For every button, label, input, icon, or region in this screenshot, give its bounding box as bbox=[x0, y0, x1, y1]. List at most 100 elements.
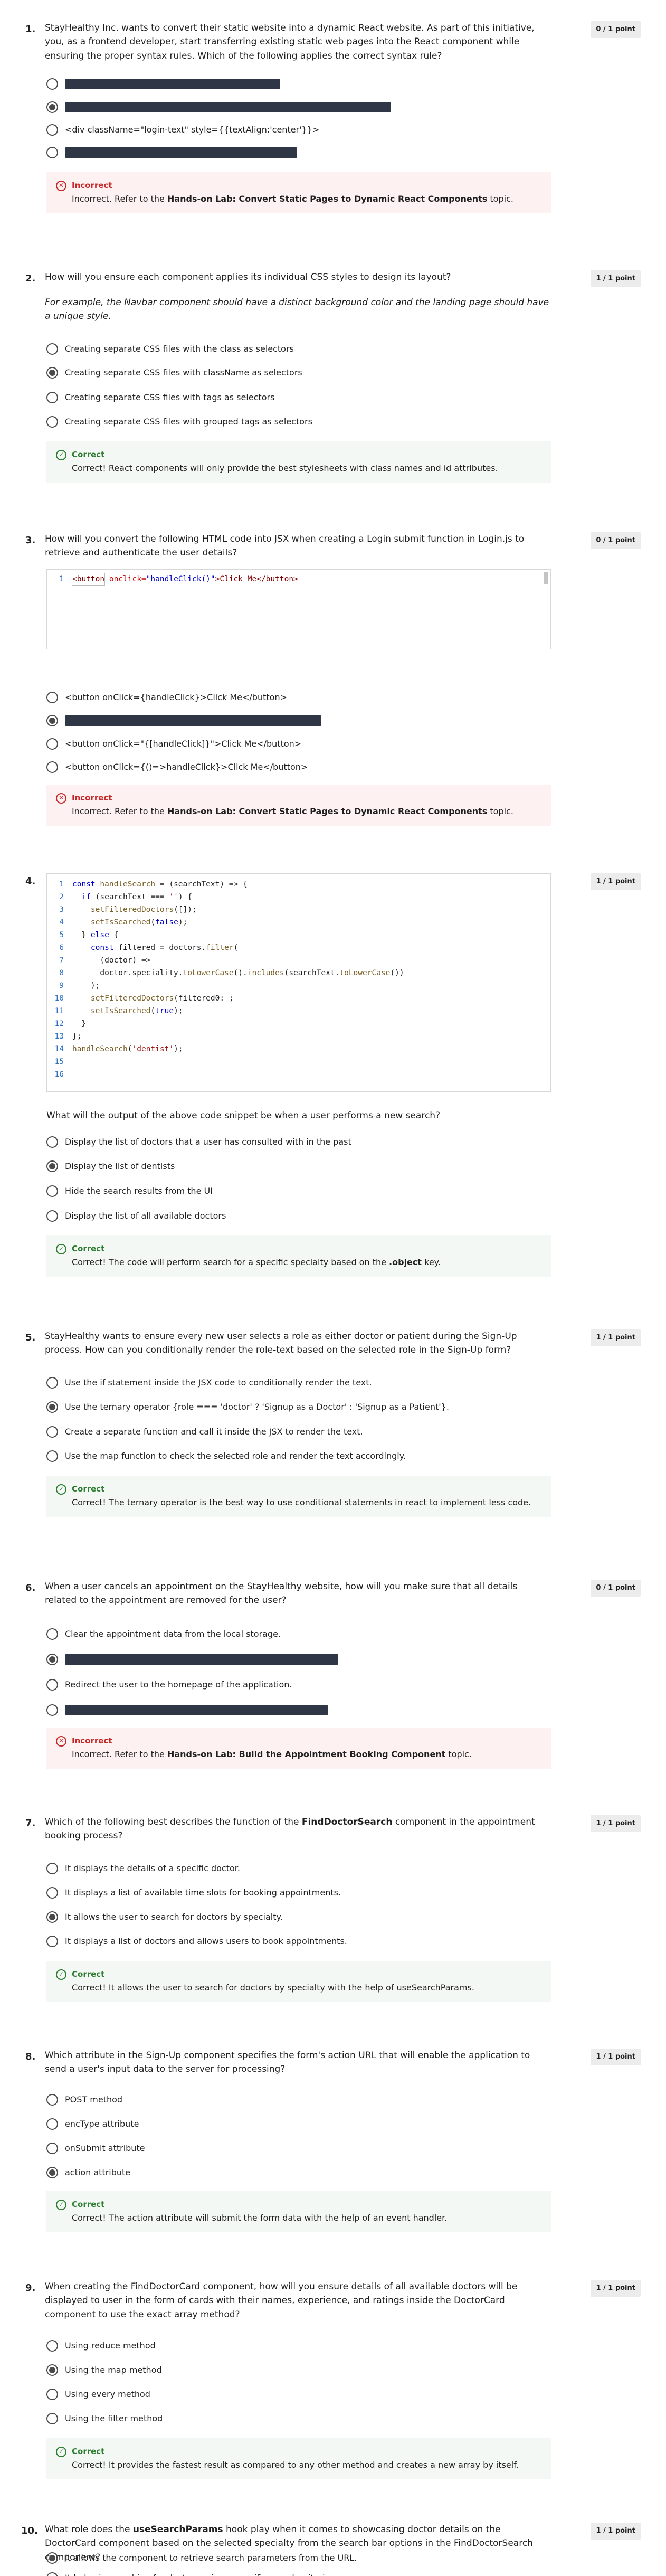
line-number: 5 bbox=[59, 930, 64, 939]
option-2[interactable] bbox=[46, 100, 391, 114]
option-1[interactable] bbox=[46, 77, 280, 91]
option-1[interactable]: Creating separate CSS files with the cla… bbox=[46, 342, 294, 356]
option-label: It allows the component to retrieve sear… bbox=[65, 2552, 357, 2563]
radio-unselected-icon[interactable] bbox=[46, 2094, 58, 2106]
radio-unselected-icon[interactable] bbox=[46, 124, 58, 136]
question-text-part: What role does the bbox=[45, 2524, 133, 2535]
code-text: doctor.speciality.toLowerCase().includes… bbox=[72, 968, 404, 977]
feedback-correct: ✓ Correct Correct! The code will perform … bbox=[46, 1235, 551, 1277]
option-3[interactable]: <div className="login-text" style={{text… bbox=[46, 123, 319, 137]
feedback-status: Incorrect bbox=[72, 793, 112, 803]
option-2[interactable]: Display the list of dentists bbox=[46, 1159, 175, 1173]
option-3[interactable]: <button onClick="{[handleClick]}">Click … bbox=[46, 737, 301, 751]
radio-selected-icon[interactable] bbox=[46, 2364, 58, 2376]
radio-unselected-icon[interactable] bbox=[46, 1377, 58, 1389]
radio-unselected-icon[interactable] bbox=[46, 2413, 58, 2424]
option-4[interactable]: Using the filter method bbox=[46, 2412, 163, 2426]
radio-unselected-icon[interactable] bbox=[46, 1136, 58, 1148]
option-1[interactable]: <button onClick={handleClick}>Click Me</… bbox=[46, 691, 287, 704]
option-3[interactable]: Redirect the user to the homepage of the… bbox=[46, 1678, 292, 1692]
radio-unselected-icon[interactable] bbox=[46, 2389, 58, 2400]
option-4[interactable]: Display the list of all available doctor… bbox=[46, 1209, 226, 1223]
radio-unselected-icon[interactable] bbox=[46, 1450, 58, 1462]
option-2[interactable]: It displays a list of available time slo… bbox=[46, 1886, 341, 1900]
option-2[interactable]: Using the map method bbox=[46, 2363, 162, 2377]
option-4[interactable]: It displays a list of doctors and allows… bbox=[46, 1935, 347, 1948]
radio-selected-icon[interactable] bbox=[46, 2552, 58, 2564]
code-text: const handleSearch = (searchText) => { bbox=[72, 880, 248, 889]
option-3[interactable]: Creating separate CSS files with tags as… bbox=[46, 391, 274, 404]
radio-selected-icon[interactable] bbox=[46, 2167, 58, 2178]
radio-selected-icon[interactable] bbox=[46, 715, 58, 726]
option-2[interactable]: encType attribute bbox=[46, 2117, 139, 2131]
radio-selected-icon[interactable] bbox=[46, 1160, 58, 1172]
option-3[interactable]: Hide the search results from the UI bbox=[46, 1184, 213, 1198]
radio-unselected-icon[interactable] bbox=[46, 1426, 58, 1438]
question-text: When a user cancels an appointment on th… bbox=[45, 1581, 518, 1606]
option-2[interactable]: Use the ternary operator {role === 'doct… bbox=[46, 1400, 449, 1414]
radio-unselected-icon[interactable] bbox=[46, 1210, 58, 1222]
radio-unselected-icon[interactable] bbox=[46, 416, 58, 428]
option-label: Creating separate CSS files with grouped… bbox=[65, 416, 312, 427]
radio-unselected-icon[interactable] bbox=[46, 1628, 58, 1640]
feedback-text: topic. bbox=[445, 1749, 472, 1760]
close-circle-icon: ✕ bbox=[56, 180, 66, 191]
option-4[interactable]: Creating separate CSS files with grouped… bbox=[46, 415, 312, 429]
option-label: <button onClick="{[handleClick]}">Click … bbox=[65, 738, 302, 749]
radio-selected-icon[interactable] bbox=[46, 1911, 58, 1923]
option-3[interactable]: Using every method bbox=[46, 2388, 150, 2401]
option-3[interactable]: Create a separate function and call it i… bbox=[46, 1425, 363, 1439]
option-4[interactable] bbox=[46, 1703, 328, 1717]
option-label: Creating separate CSS files with the cla… bbox=[65, 343, 294, 354]
option-2[interactable] bbox=[46, 1653, 338, 1666]
radio-unselected-icon[interactable] bbox=[46, 343, 58, 355]
radio-selected-icon[interactable] bbox=[46, 1654, 58, 1665]
radio-selected-icon[interactable] bbox=[46, 101, 58, 113]
check-circle-icon: ✓ bbox=[56, 1969, 66, 1980]
line-number: 9 bbox=[59, 981, 64, 990]
radio-unselected-icon[interactable] bbox=[46, 78, 58, 90]
radio-selected-icon[interactable] bbox=[46, 1401, 58, 1413]
radio-selected-icon[interactable] bbox=[46, 367, 58, 379]
feedback-text: Incorrect. Refer to the bbox=[72, 194, 167, 204]
radio-unselected-icon[interactable] bbox=[46, 1863, 58, 1874]
option-2[interactable]: It helps in searching for doctors using … bbox=[46, 2571, 332, 2576]
option-4[interactable]: Use the map function to check the select… bbox=[46, 1449, 406, 1463]
radio-unselected-icon[interactable] bbox=[46, 392, 58, 403]
option-4[interactable]: action attribute bbox=[46, 2166, 130, 2179]
radio-unselected-icon[interactable] bbox=[46, 1704, 58, 1716]
option-1[interactable]: Display the list of doctors that a user … bbox=[46, 1135, 351, 1149]
radio-unselected-icon[interactable] bbox=[46, 147, 58, 158]
radio-unselected-icon[interactable] bbox=[46, 2572, 58, 2576]
feedback-topic-link[interactable]: Hands-on Lab: Build the Appointment Book… bbox=[167, 1749, 445, 1759]
radio-unselected-icon[interactable] bbox=[46, 1887, 58, 1899]
radio-unselected-icon[interactable] bbox=[46, 1679, 58, 1691]
feedback-text: Correct! It provides the fastest result … bbox=[72, 2460, 519, 2470]
radio-unselected-icon[interactable] bbox=[46, 1936, 58, 1947]
radio-unselected-icon[interactable] bbox=[46, 2118, 58, 2130]
option-1[interactable]: Using reduce method bbox=[46, 2339, 156, 2353]
radio-unselected-icon[interactable] bbox=[46, 738, 58, 750]
option-2[interactable] bbox=[46, 714, 321, 728]
option-2[interactable]: Creating separate CSS files with classNa… bbox=[46, 366, 302, 380]
scrollbar[interactable] bbox=[544, 572, 548, 584]
feedback-topic-link[interactable]: Hands-on Lab: Convert Static Pages to Dy… bbox=[167, 806, 487, 816]
option-label: Display the list of doctors that a user … bbox=[65, 1136, 351, 1147]
radio-unselected-icon[interactable] bbox=[46, 2143, 58, 2154]
option-1[interactable]: Clear the appointment data from the loca… bbox=[46, 1627, 281, 1641]
radio-unselected-icon[interactable] bbox=[46, 761, 58, 773]
option-1[interactable]: POST method bbox=[46, 2093, 122, 2107]
radio-unselected-icon[interactable] bbox=[46, 692, 58, 703]
option-1[interactable]: Use the if statement inside the JSX code… bbox=[46, 1376, 372, 1390]
option-3[interactable]: onSubmit attribute bbox=[46, 2141, 145, 2155]
score-badge: 0 / 1 point bbox=[591, 532, 641, 550]
option-3[interactable]: It allows the user to search for doctors… bbox=[46, 1910, 283, 1924]
option-1[interactable]: It displays the details of a specific do… bbox=[46, 1862, 240, 1875]
option-4[interactable] bbox=[46, 146, 297, 159]
feedback-topic-link[interactable]: Hands-on Lab: Convert Static Pages to Dy… bbox=[167, 194, 487, 204]
option-4[interactable]: <button onClick={()=>handleClick}>Click … bbox=[46, 760, 308, 774]
line-number: 3 bbox=[59, 905, 64, 914]
radio-unselected-icon[interactable] bbox=[46, 2340, 58, 2352]
radio-unselected-icon[interactable] bbox=[46, 1185, 58, 1197]
option-1[interactable]: It allows the component to retrieve sear… bbox=[46, 2551, 357, 2565]
